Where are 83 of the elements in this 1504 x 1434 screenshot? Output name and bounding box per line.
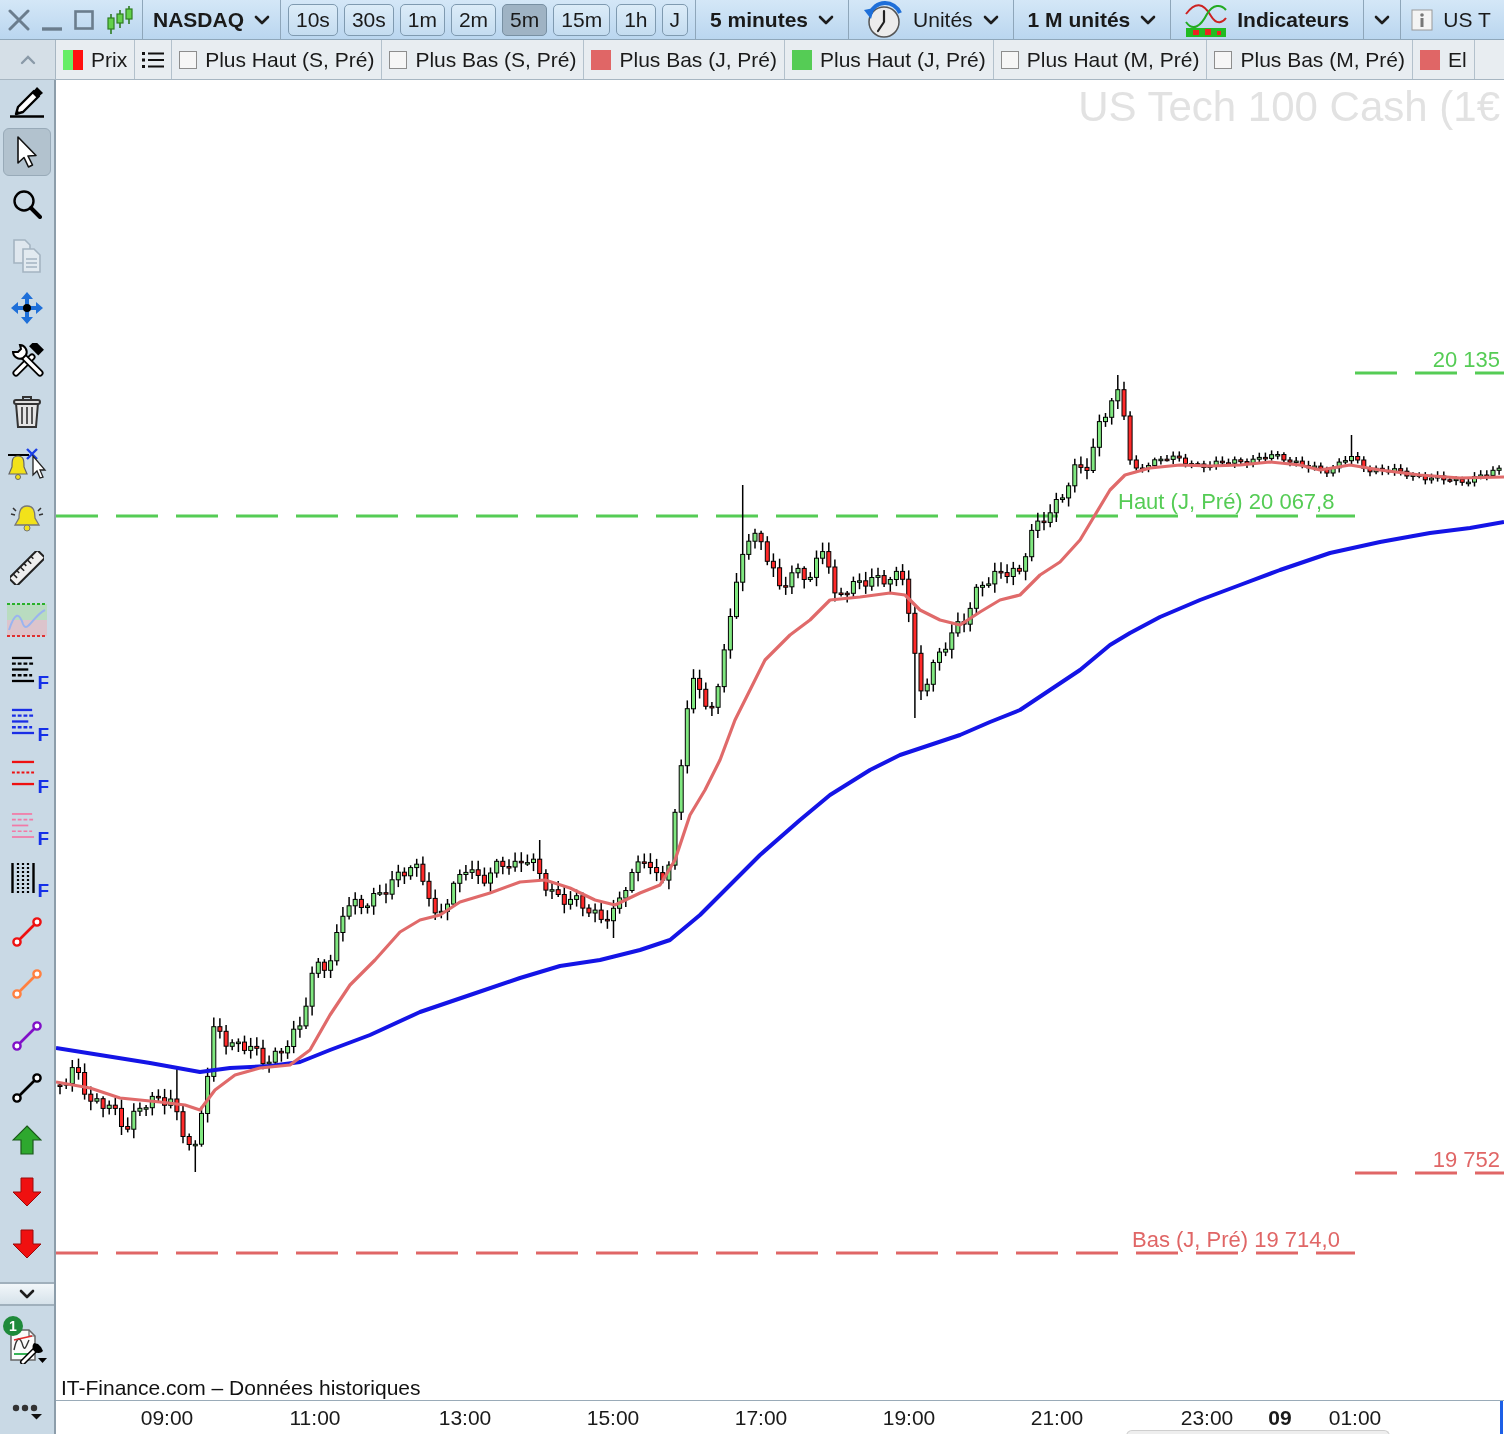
tools-icon — [10, 343, 44, 377]
list-icon — [142, 50, 165, 69]
chevron-down-icon — [19, 1289, 35, 1299]
horizontal-lines-icon — [11, 811, 35, 839]
horizontal-lines-icon — [11, 655, 35, 683]
legend-item[interactable]: Plus Haut (M, Pré) — [993, 40, 1208, 79]
time-label: 19:00 — [882, 1407, 936, 1429]
instrument-button[interactable]: US T — [1401, 0, 1501, 39]
scroll-down-button[interactable] — [0, 1282, 54, 1306]
timeframe-button[interactable]: 30s — [343, 3, 394, 36]
caret-icon — [1374, 14, 1391, 25]
period-dropdown[interactable]: 5 minutes — [696, 0, 849, 39]
chevron-up-icon — [19, 54, 36, 65]
candlestick-chart-icon[interactable] — [106, 4, 134, 35]
timeframe-button[interactable]: 5m — [502, 3, 548, 36]
trash-icon — [13, 395, 41, 429]
scroll-marker — [1500, 1401, 1503, 1434]
timeframe-button[interactable]: 15m — [553, 3, 611, 36]
date-label: 09 — [1268, 1407, 1292, 1429]
legend-item[interactable]: El — [1413, 40, 1475, 79]
legend-item[interactable]: Plus Bas (M, Pré) — [1207, 40, 1413, 79]
time-label: 15:00 — [586, 1407, 640, 1429]
timeframe-button[interactable]: 10s — [288, 3, 338, 36]
market-dropdown[interactable]: NASDAQ — [143, 0, 280, 39]
level-label: 20 135 — [1432, 348, 1500, 373]
units-count-dropdown[interactable]: 1 M unités — [1013, 0, 1171, 39]
tool-button[interactable]: F — [3, 752, 51, 800]
down-arrow-icon — [12, 1177, 42, 1207]
checkbox[interactable] — [1000, 50, 1019, 69]
timeframe-button[interactable]: 1m — [399, 3, 445, 36]
maximize-icon[interactable] — [74, 9, 94, 30]
legend-item[interactable]: Prix — [56, 40, 136, 79]
up-arrow-icon — [12, 1125, 42, 1155]
caret-icon — [1140, 14, 1157, 25]
timeframe-button[interactable]: 2m — [450, 3, 497, 36]
horizontal-lines-icon — [11, 759, 35, 787]
checkbox[interactable] — [1214, 50, 1233, 69]
indicators-button[interactable]: Indicateurs — [1171, 0, 1364, 39]
clock-icon — [863, 0, 904, 39]
checkbox[interactable] — [389, 50, 408, 69]
checkbox[interactable] — [179, 50, 198, 69]
settings-button[interactable]: 1 — [3, 1316, 51, 1364]
time-label: 17:00 — [734, 1407, 788, 1429]
source-note: IT-Finance.com – Données historiques — [61, 1376, 421, 1400]
move-icon — [10, 291, 44, 325]
legend-item[interactable]: Plus Bas (S, Pré) — [382, 40, 585, 79]
units-dropdown[interactable]: Unités — [849, 0, 1013, 39]
price-swatch-icon — [63, 49, 83, 70]
more-icon — [12, 1404, 42, 1420]
tool-button[interactable]: F — [3, 856, 51, 904]
tool-button[interactable]: F — [3, 648, 51, 696]
search-icon — [12, 189, 42, 219]
level-label: Haut (J, Pré) 20 067,8 — [1118, 490, 1335, 515]
time-label: 01:00 — [1328, 1407, 1382, 1429]
tool-button[interactable]: F — [3, 700, 51, 748]
bell-cursor-icon — [7, 447, 47, 481]
legend-item[interactable]: Plus Haut (J, Pré) — [785, 40, 994, 79]
time-label: 09:00 — [140, 1407, 194, 1429]
time-label: 11:00 — [289, 1407, 341, 1429]
horizontal-lines-icon — [11, 707, 35, 735]
indicators-icon — [1185, 1, 1228, 38]
band-chart-icon — [7, 602, 47, 638]
info-icon — [1411, 8, 1434, 31]
caret-icon — [982, 14, 999, 25]
vertical-lines-icon — [11, 863, 35, 893]
down-arrow-icon — [12, 1229, 42, 1259]
caret-icon — [254, 14, 270, 25]
copy-icon — [12, 239, 42, 273]
level-label: 19 752 — [1432, 1148, 1500, 1173]
time-label: 21:00 — [1030, 1407, 1084, 1429]
time-label: 23:00 — [1180, 1407, 1234, 1429]
caret-icon — [818, 14, 835, 25]
tool-button[interactable]: F — [3, 804, 51, 852]
tool-button[interactable] — [3, 128, 51, 176]
count-badge: 1 — [3, 1316, 23, 1336]
legend-item[interactable]: Plus Haut (S, Pré) — [172, 40, 383, 79]
level-label: Bas (J, Pré) 19 714,0 — [1132, 1228, 1340, 1253]
time-label: 13:00 — [438, 1407, 492, 1429]
timeframe-button[interactable]: 1h — [616, 3, 656, 36]
pointer-icon — [16, 136, 38, 168]
timeframe-button[interactable]: J — [661, 3, 688, 36]
close-icon[interactable] — [8, 8, 30, 31]
legend-item[interactable]: Plus Bas (J, Pré) — [584, 40, 785, 79]
